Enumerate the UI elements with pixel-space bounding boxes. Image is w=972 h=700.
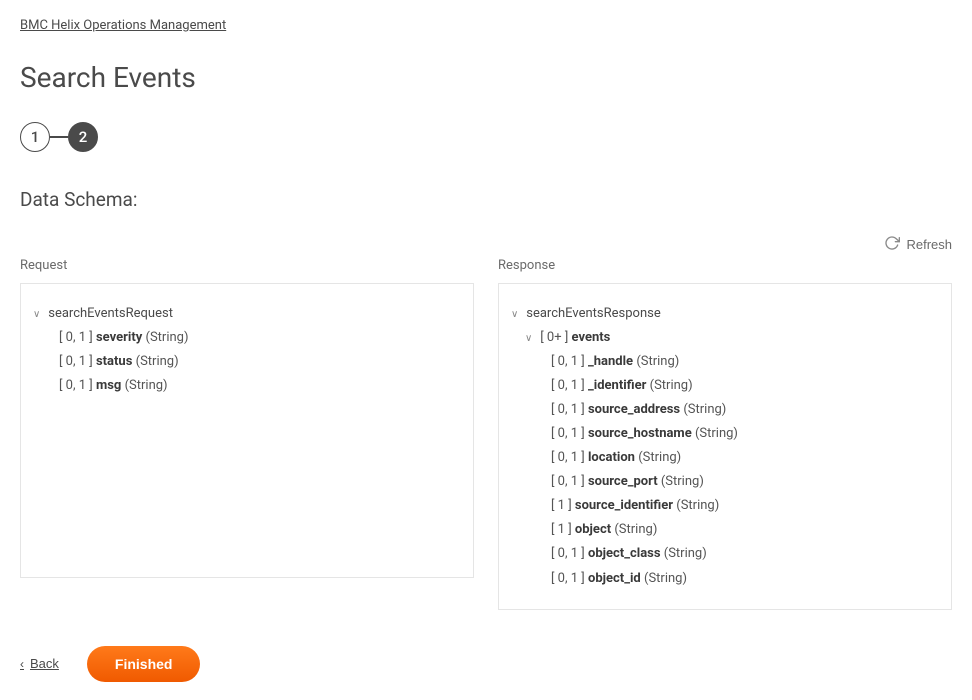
schema-field[interactable]: [ 0, 1 ] source_hostname (String) xyxy=(551,422,935,446)
step-2[interactable]: 2 xyxy=(68,122,98,152)
schema-field[interactable]: [ 0, 1 ] source_port (String) xyxy=(551,470,935,494)
schema-field[interactable]: [ 0, 1 ] msg (String) xyxy=(59,374,457,398)
schema-field[interactable]: [ 0, 1 ] object_class (String) xyxy=(551,542,935,566)
finished-button[interactable]: Finished xyxy=(87,646,201,682)
schema-field[interactable]: [ 1 ] source_identifier (String) xyxy=(551,494,935,518)
step-1[interactable]: 1 xyxy=(20,122,50,152)
request-root-node[interactable]: ∨ searchEventsRequest [ 0, 1 ] severity … xyxy=(33,302,457,398)
schema-field[interactable]: [ 0, 1 ] location (String) xyxy=(551,446,935,470)
chevron-down-icon: ∨ xyxy=(511,306,521,325)
request-label: Request xyxy=(20,258,474,273)
schema-field[interactable]: [ 0, 1 ] source_address (String) xyxy=(551,398,935,422)
data-schema-heading: Data Schema: xyxy=(20,188,952,211)
schema-field[interactable]: [ 1 ] object (String) xyxy=(551,518,935,542)
refresh-label: Refresh xyxy=(906,237,952,252)
back-button[interactable]: ‹ Back xyxy=(20,656,59,671)
request-schema: ∨ searchEventsRequest [ 0, 1 ] severity … xyxy=(20,283,474,578)
response-label: Response xyxy=(498,258,952,273)
chevron-down-icon: ∨ xyxy=(525,330,535,349)
schema-field[interactable]: [ 0, 1 ] _identifier (String) xyxy=(551,374,935,398)
wizard-stepper: 1 2 xyxy=(20,122,952,152)
schema-field[interactable]: [ 0, 1 ] object_id (String) xyxy=(551,567,935,591)
chevron-left-icon: ‹ xyxy=(20,657,24,671)
refresh-button[interactable]: Refresh xyxy=(884,235,952,254)
response-root-node[interactable]: ∨ searchEventsResponse ∨ [ 0+ ] events [… xyxy=(511,302,935,591)
chevron-down-icon: ∨ xyxy=(33,306,43,325)
schema-field[interactable]: [ 0, 1 ] status (String) xyxy=(59,350,457,374)
schema-field[interactable]: [ 0, 1 ] _handle (String) xyxy=(551,350,935,374)
schema-field[interactable]: [ 0, 1 ] severity (String) xyxy=(59,326,457,350)
step-connector xyxy=(50,136,68,138)
page-title: Search Events xyxy=(20,61,952,94)
refresh-icon xyxy=(884,235,900,254)
response-schema: ∨ searchEventsResponse ∨ [ 0+ ] events [… xyxy=(498,283,952,610)
response-events-node[interactable]: ∨ [ 0+ ] events [ 0, 1 ] _handle (String… xyxy=(525,326,935,591)
breadcrumb-link[interactable]: BMC Helix Operations Management xyxy=(20,18,226,33)
